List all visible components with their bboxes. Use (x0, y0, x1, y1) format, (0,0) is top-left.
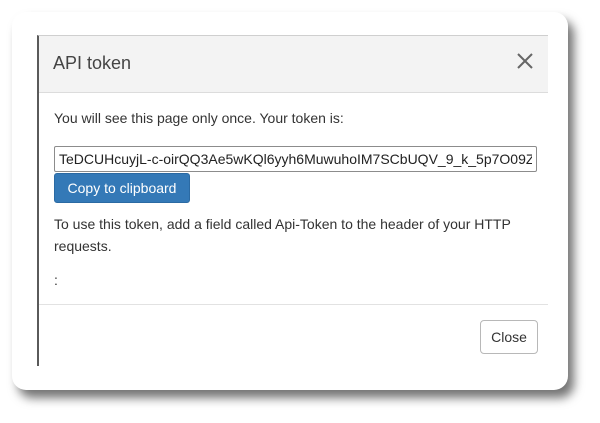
separator-text: : (54, 272, 58, 288)
dialog-header: API token (39, 36, 548, 93)
footer-divider (39, 304, 548, 305)
intro-text: You will see this page only once. Your t… (54, 110, 344, 126)
close-button[interactable]: Close (480, 320, 538, 354)
usage-instructions: To use this token, add a field called Ap… (54, 216, 511, 254)
api-token-dialog: API token You will see this page only on… (37, 35, 548, 366)
screenshot-stage: API token You will see this page only on… (0, 0, 600, 423)
close-icon[interactable] (514, 50, 536, 72)
copy-to-clipboard-button[interactable]: Copy to clipboard (54, 173, 190, 203)
dialog-title: API token (53, 53, 132, 73)
token-field[interactable] (54, 146, 537, 172)
